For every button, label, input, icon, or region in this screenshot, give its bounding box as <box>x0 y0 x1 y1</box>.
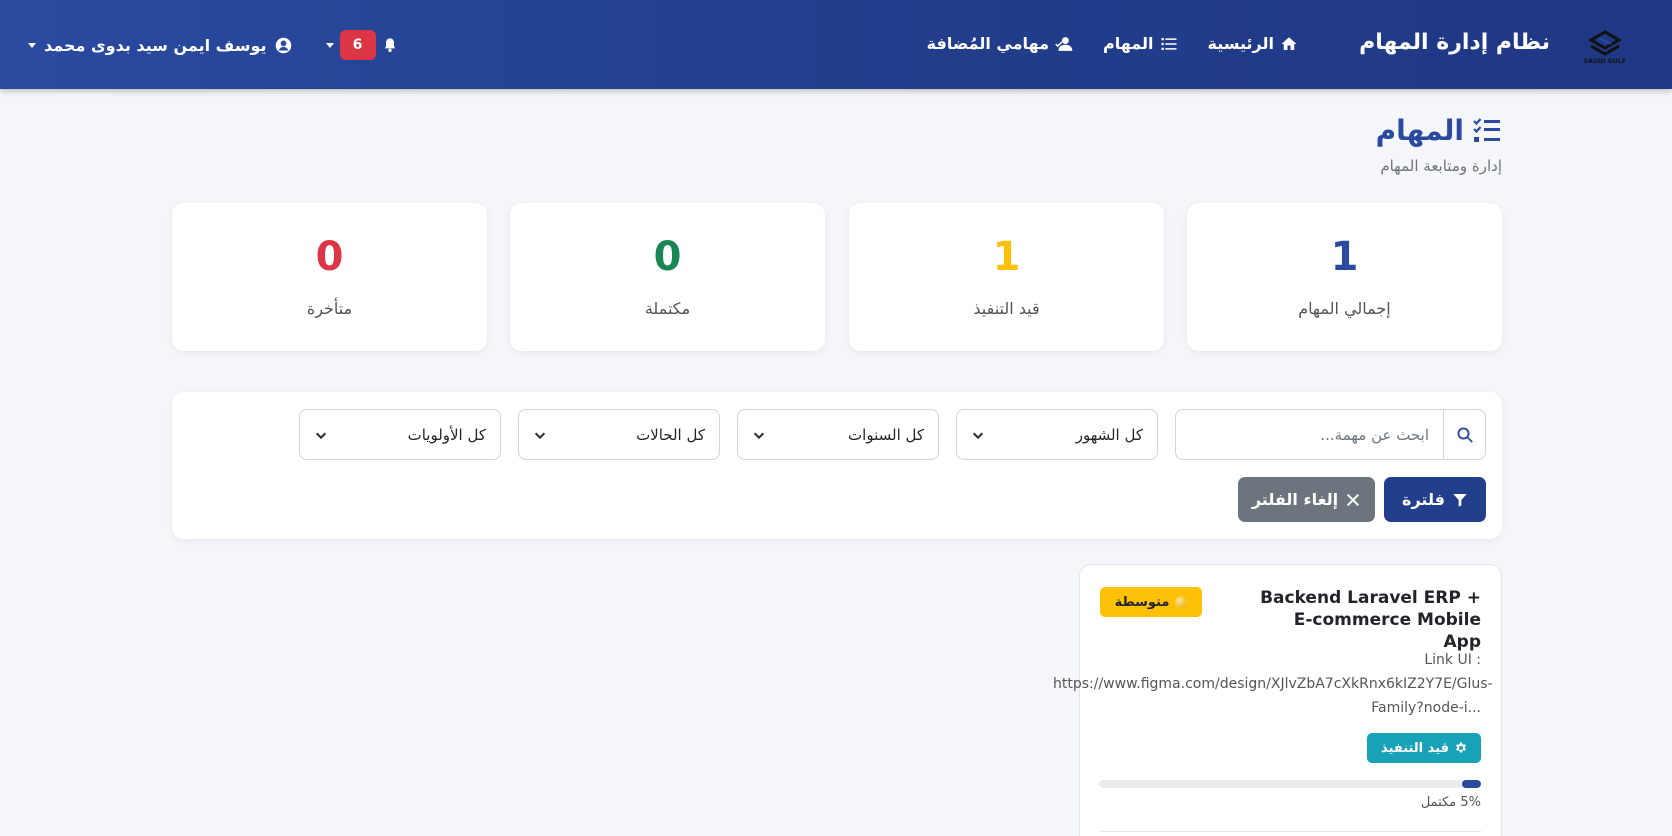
search-input[interactable] <box>1176 410 1443 459</box>
status-select-value: كل الحالات <box>636 425 705 444</box>
stat-label: مكتملة <box>644 299 691 318</box>
filter-panel: كل الشهور كل السنوات كل الحالات كل الأول… <box>172 392 1502 539</box>
nav-link-home[interactable]: الرئيسية <box>1208 34 1299 53</box>
stat-card-total: 1 إجمالي المهام <box>1187 203 1502 351</box>
month-select[interactable]: كل الشهور <box>956 409 1158 460</box>
user-circle-icon <box>275 37 291 53</box>
filter-button[interactable]: فلترة <box>1384 477 1486 522</box>
year-select-value: كل السنوات <box>848 425 924 444</box>
gear-icon <box>1456 742 1466 753</box>
progress-bar-fill <box>1461 780 1481 788</box>
brand-title[interactable]: نظام إدارة المهام <box>1359 30 1550 55</box>
logo-text: SAUDI GULF <box>1583 57 1627 65</box>
search-group <box>1175 409 1486 460</box>
nav-user-area: يوسف ايمن سيد بدوى محمد 6 <box>28 30 398 60</box>
task-description-line: Link UI : <box>1424 652 1481 668</box>
chevron-down-icon <box>972 432 984 439</box>
clear-filter-button-label: إلغاء الفلتر <box>1251 490 1339 509</box>
stat-card-in-progress: 1 قيد التنفيذ <box>849 203 1164 351</box>
search-icon-box[interactable] <box>1443 410 1485 459</box>
tasks-checklist-icon <box>1473 117 1500 142</box>
home-icon <box>1281 36 1297 50</box>
chevron-down-icon <box>534 432 546 439</box>
company-logo[interactable]: SAUDI GULF <box>1570 20 1640 70</box>
priority-badge: متوسطة <box>1100 587 1202 617</box>
bell-icon <box>384 38 395 52</box>
page-title: المهام <box>1376 114 1502 147</box>
caret-down-icon <box>28 42 36 48</box>
task-card[interactable]: Backend Laravel ERP + E-commerce Mobile … <box>1053 564 1502 836</box>
filter-button-label: فلترة <box>1402 490 1445 509</box>
task-description-line: https://www.figma.com/design/XJlvZbA7cXk… <box>1053 675 1493 692</box>
stat-value: 0 <box>653 234 682 280</box>
status-badge: قيد التنفيذ <box>1367 733 1481 763</box>
stat-card-completed: 0 مكتملة <box>510 203 825 351</box>
search-icon <box>1456 426 1473 443</box>
stats-row: 1 إجمالي المهام 1 قيد التنفيذ 0 مكتملة 0… <box>172 203 1502 351</box>
nav-link-tasks[interactable]: المهام <box>1103 34 1178 53</box>
priority-badge-label: متوسطة <box>1114 594 1170 610</box>
status-badge-label: قيد التنفيذ <box>1381 740 1449 756</box>
stat-card-overdue: 0 متأخرة <box>172 203 487 351</box>
task-description: Link UI : https://www.figma.com/design/X… <box>1053 649 1493 720</box>
user-dropdown[interactable]: يوسف ايمن سيد بدوى محمد <box>28 36 292 55</box>
status-select[interactable]: كل الحالات <box>518 409 720 460</box>
notifications-dropdown[interactable]: 6 <box>325 30 398 60</box>
close-icon <box>1347 493 1360 506</box>
top-navbar: SAUDI GULF نظام إدارة المهام الرئيسية ال… <box>0 0 1672 89</box>
user-check-icon <box>1055 36 1073 51</box>
page-subtitle: إدارة ومتابعة المهام <box>1380 157 1502 175</box>
logo-icon <box>1587 29 1623 56</box>
filter-icon <box>1453 493 1467 507</box>
notification-count-badge: 6 <box>339 30 376 60</box>
nav-link-label: المهام <box>1102 34 1154 53</box>
progress-bar <box>1099 780 1481 788</box>
stat-label: إجمالي المهام <box>1298 299 1391 318</box>
year-select[interactable]: كل السنوات <box>737 409 939 460</box>
priority-select-value: كل الأولويات <box>407 425 486 444</box>
caret-down-icon <box>325 42 334 48</box>
chevron-down-icon <box>315 432 327 439</box>
progress-label: 5% مكتمل <box>1420 795 1481 810</box>
clear-filter-button[interactable]: إلغاء الفلتر <box>1238 477 1375 522</box>
list-icon <box>1161 37 1176 50</box>
nav-links: الرئيسية المهام مهامي المُضافة <box>927 34 1298 53</box>
stat-value: 0 <box>315 234 344 280</box>
stat-value: 1 <box>992 234 1021 280</box>
priority-select[interactable]: كل الأولويات <box>299 409 501 460</box>
stat-label: متأخرة <box>306 299 353 318</box>
user-name: يوسف ايمن سيد بدوى محمد <box>44 35 267 55</box>
page-title-text: المهام <box>1375 114 1464 147</box>
stat-value: 1 <box>1330 234 1359 280</box>
yellow-circle-icon <box>1175 596 1188 608</box>
task-title[interactable]: Backend Laravel ERP + E-commerce Mobile … <box>1251 587 1481 653</box>
nav-link-label: مهامي المُضافة <box>926 34 1049 53</box>
task-description-line: Family?node-i... <box>1371 699 1481 716</box>
month-select-value: كل الشهور <box>1075 425 1143 444</box>
nav-link-label: الرئيسية <box>1207 34 1275 53</box>
stat-label: قيد التنفيذ <box>973 299 1040 318</box>
card-divider <box>1099 831 1481 832</box>
chevron-down-icon <box>753 432 765 439</box>
nav-link-my-added-tasks[interactable]: مهامي المُضافة <box>927 34 1073 53</box>
